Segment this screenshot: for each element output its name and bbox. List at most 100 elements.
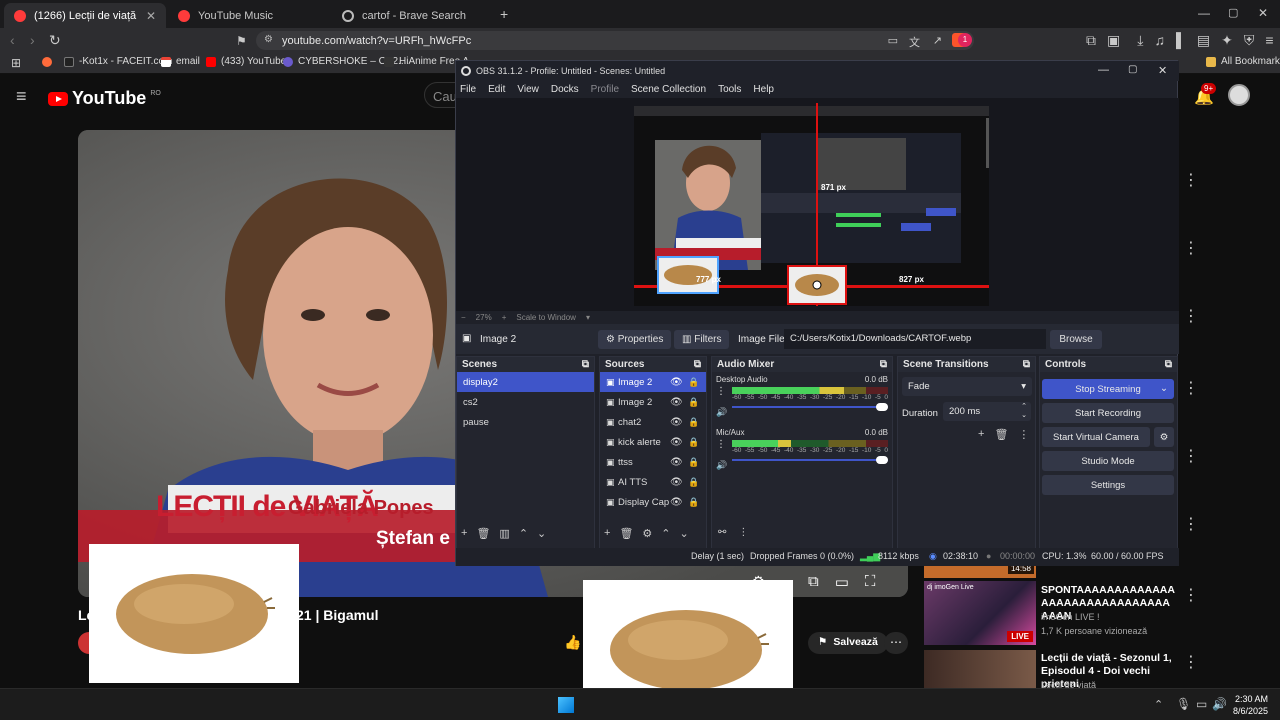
advanced-audio-icon[interactable]: ⚯	[718, 527, 726, 538]
wallet-icon[interactable]: ▤	[1197, 33, 1210, 47]
forward-icon[interactable]: ›	[30, 33, 35, 47]
menu-edit[interactable]: Edit	[488, 84, 505, 95]
source-item[interactable]: ▣ Image 2 👁 🔒	[600, 392, 706, 412]
menu-tools[interactable]: Tools	[718, 84, 741, 95]
bookmark-item[interactable]: email	[161, 56, 200, 67]
remove-source-icon[interactable]: 🗑	[619, 527, 633, 540]
translate-icon[interactable]: 文	[909, 34, 920, 50]
new-tab-icon[interactable]: +	[500, 7, 508, 21]
close-tab-icon[interactable]: ✕	[146, 9, 156, 23]
recommendation-channel[interactable]: imoGen LIVE !	[1041, 612, 1100, 622]
sidebar-icon[interactable]: ▌	[1176, 33, 1186, 47]
more-vert-icon[interactable]: ⋮	[1183, 378, 1199, 398]
bookmark-item[interactable]: (433) YouTube	[206, 56, 286, 67]
apps-grid-icon[interactable]: ⊞	[11, 56, 21, 70]
menu-profile[interactable]: Profile	[591, 84, 619, 95]
site-info-icon[interactable]: ⚙	[264, 34, 273, 45]
move-up-icon[interactable]: ⌃	[519, 527, 528, 540]
dock-undock-icon[interactable]: ⧉	[880, 359, 887, 370]
address-bar[interactable]: ⚙ youtube.com/watch?v=URFh_hWcFPc ▭ 文 ↗	[256, 31, 974, 50]
browse-button[interactable]: Browse	[1050, 330, 1102, 349]
more-actions-icon[interactable]: ⋯	[884, 632, 908, 654]
network-icon[interactable]: ▭	[1196, 697, 1207, 711]
speaker-icon[interactable]: 🔊	[716, 460, 727, 471]
filters-button[interactable]: ▥ Filters	[674, 330, 730, 349]
menu-icon[interactable]: ≡	[1265, 33, 1273, 47]
menu-file[interactable]: File	[460, 84, 476, 95]
lock-icon[interactable]: 🔒	[688, 457, 699, 468]
lock-icon[interactable]: 🔒	[688, 377, 699, 388]
channel-menu-icon[interactable]: ⋮	[716, 386, 726, 397]
obs-minimize-icon[interactable]: —	[1098, 64, 1109, 76]
source-properties-icon[interactable]: ⚙	[642, 527, 652, 540]
miniplayer-icon[interactable]: ⧉	[808, 573, 819, 591]
remove-scene-icon[interactable]: 🗑	[476, 527, 490, 540]
microphone-icon[interactable]: 🎙	[1176, 697, 1191, 711]
recommendation-thumbnail[interactable]: dj imoGen Live LIVE	[924, 581, 1036, 645]
visibility-eye-icon[interactable]: 👁	[670, 417, 683, 428]
youtube-logo[interactable]: YouTube RO	[48, 88, 161, 109]
source-item[interactable]: ▣ Image 2 👁 🔒	[600, 372, 706, 392]
maximize-icon[interactable]: ▢	[1228, 6, 1238, 20]
more-vert-icon[interactable]: ⋮	[1183, 446, 1199, 466]
source-item[interactable]: ▣ AI TTS 👁 🔒	[600, 472, 706, 492]
remove-transition-icon[interactable]: 🗑	[994, 428, 1008, 441]
more-vert-icon[interactable]: ⋮	[1183, 170, 1199, 190]
hamburger-menu-icon[interactable]: ≡	[16, 86, 27, 107]
obs-close-icon[interactable]: ✕	[1158, 64, 1167, 77]
add-transition-icon[interactable]: +	[978, 428, 984, 441]
start-windows-icon[interactable]	[558, 697, 574, 713]
speaker-icon[interactable]: 🔊	[716, 407, 727, 418]
scene-filters-icon[interactable]: ▥	[499, 527, 509, 540]
scene-item[interactable]: cs2	[457, 392, 594, 412]
properties-button[interactable]: ⚙ Properties	[598, 330, 672, 349]
scene-item[interactable]: pause	[457, 412, 594, 432]
avatar[interactable]	[1228, 84, 1250, 106]
minimize-icon[interactable]: —	[1198, 6, 1210, 20]
visibility-eye-icon[interactable]: 👁	[670, 477, 683, 488]
dock-undock-icon[interactable]: ⧉	[1023, 359, 1030, 370]
screenshot-icon[interactable]: ▣	[1107, 33, 1120, 47]
lock-icon[interactable]: 🔒	[688, 497, 699, 508]
stepper-icon[interactable]: ⌃ ⌄	[1021, 402, 1027, 420]
move-up-icon[interactable]: ⌃	[661, 527, 670, 540]
move-down-icon[interactable]: ⌄	[680, 527, 689, 540]
download-icon[interactable]: ⤓	[1137, 33, 1143, 47]
close-window-icon[interactable]: ✕	[1258, 6, 1268, 20]
volume-slider-handle[interactable]	[876, 456, 888, 464]
mixer-menu-icon[interactable]: ⋮	[738, 527, 748, 538]
more-vert-icon[interactable]: ⋮	[1183, 585, 1199, 605]
music-icon[interactable]: ♫	[1154, 33, 1165, 47]
add-source-icon[interactable]: +	[604, 527, 610, 540]
zoom-in-icon[interactable]: +	[502, 313, 507, 322]
menu-scene-collection[interactable]: Scene Collection	[631, 84, 706, 95]
scene-item[interactable]: display2	[457, 372, 594, 392]
source-item[interactable]: ▣ Display Cap 👁 🔒	[600, 492, 706, 512]
recommendation-thumbnail[interactable]	[924, 650, 1036, 688]
menu-help[interactable]: Help	[753, 84, 774, 95]
volume-icon[interactable]: 🔊	[1212, 697, 1227, 711]
more-vert-icon[interactable]: ⋮	[1183, 306, 1199, 326]
menu-view[interactable]: View	[517, 84, 539, 95]
browser-tab[interactable]: (1266) Lecții de viață - Sezonul 1 ✕	[4, 3, 166, 28]
visibility-eye-icon[interactable]: 👁	[670, 437, 683, 448]
studio-mode-button[interactable]: Studio Mode	[1042, 451, 1174, 471]
image-file-path-field[interactable]: C:/Users/Kotix1/Downloads/CARTOF.webp	[784, 329, 1046, 349]
transition-menu-icon[interactable]: ⋮	[1018, 428, 1029, 441]
all-bookmarks[interactable]: All Bookmarks	[1206, 56, 1280, 67]
fullscreen-icon[interactable]: ⛶	[865, 573, 876, 591]
transition-select[interactable]: Fade ▾	[902, 377, 1032, 396]
stream-options-icon[interactable]: ⌄	[1160, 383, 1168, 394]
move-down-icon[interactable]: ⌄	[537, 527, 546, 540]
lock-icon[interactable]: 🔒	[688, 477, 699, 488]
add-scene-icon[interactable]: +	[461, 527, 467, 540]
more-vert-icon[interactable]: ⋮	[1183, 652, 1199, 672]
reload-icon[interactable]: ↻	[49, 33, 61, 47]
clock[interactable]: 2:30 AM 8/6/2025	[1232, 693, 1268, 717]
dock-undock-icon[interactable]: ⧉	[582, 359, 589, 370]
more-vert-icon[interactable]: ⋮	[1183, 514, 1199, 534]
share-icon[interactable]: ↗	[933, 34, 942, 47]
visibility-eye-icon[interactable]: 👁	[670, 377, 683, 388]
volume-slider[interactable]	[732, 456, 888, 464]
channel-menu-icon[interactable]: ⋮	[716, 439, 726, 450]
